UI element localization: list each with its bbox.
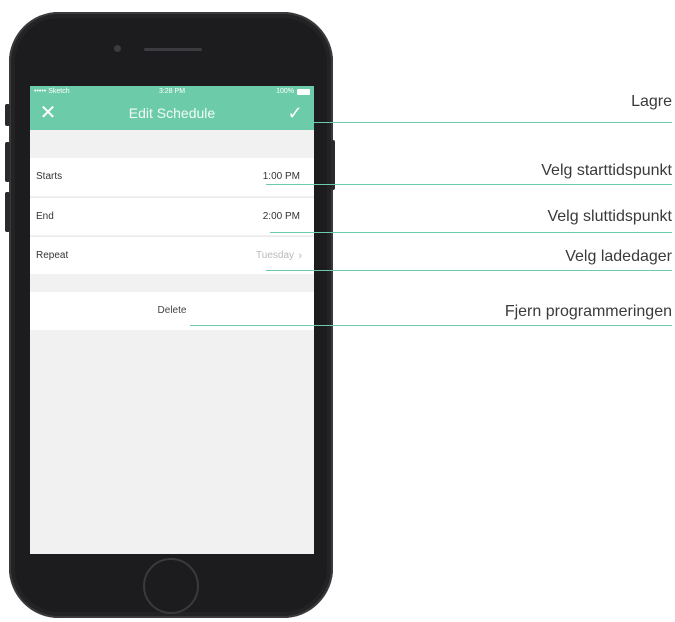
leader-remove <box>190 325 672 326</box>
volume-up-button <box>5 142 10 182</box>
section-spacer <box>30 130 314 156</box>
end-row[interactable]: End 2:00 PM <box>30 197 314 235</box>
status-time: 3:28 PM <box>158 88 186 95</box>
callout-save: Lagre <box>631 93 672 110</box>
phone-screen: ••••• Sketch 3:28 PM 100% ✕ Edit Schedul… <box>30 86 314 554</box>
close-icon: ✕ <box>39 102 57 124</box>
mute-switch <box>5 104 10 126</box>
leader-start-time <box>266 184 672 185</box>
home-button[interactable] <box>143 558 199 614</box>
close-button[interactable]: ✕ <box>36 100 60 126</box>
leader-end-time <box>270 232 672 233</box>
repeat-row[interactable]: Repeat Tuesday › <box>30 236 314 274</box>
callout-end-time: Velg sluttidspunkt <box>547 208 672 225</box>
status-battery-text: 100% <box>276 88 294 95</box>
callout-charge-days: Velg ladedager <box>565 248 672 265</box>
end-label: End <box>36 211 54 222</box>
page-title: Edit Schedule <box>128 105 216 121</box>
app-header: ••••• Sketch 3:28 PM 100% ✕ Edit Schedul… <box>30 86 314 130</box>
leader-save <box>292 122 672 123</box>
speaker-grille <box>144 48 202 51</box>
starts-row[interactable]: Starts 1:00 PM <box>30 158 314 196</box>
starts-value: 1:00 PM <box>262 171 300 182</box>
battery-icon <box>297 89 310 95</box>
status-bar: ••••• Sketch 3:28 PM 100% <box>30 86 314 98</box>
volume-down-button <box>5 192 10 232</box>
power-button <box>331 140 335 190</box>
end-value: 2:00 PM <box>262 211 300 222</box>
callout-remove: Fjern programmeringen <box>504 303 672 320</box>
camera-icon <box>114 45 121 52</box>
checkmark-icon: ✓ <box>287 103 303 123</box>
leader-charge-days <box>266 270 672 271</box>
repeat-label: Repeat <box>36 250 69 261</box>
starts-label: Starts <box>36 171 63 182</box>
callout-start-time: Velg starttidspunkt <box>541 162 672 179</box>
